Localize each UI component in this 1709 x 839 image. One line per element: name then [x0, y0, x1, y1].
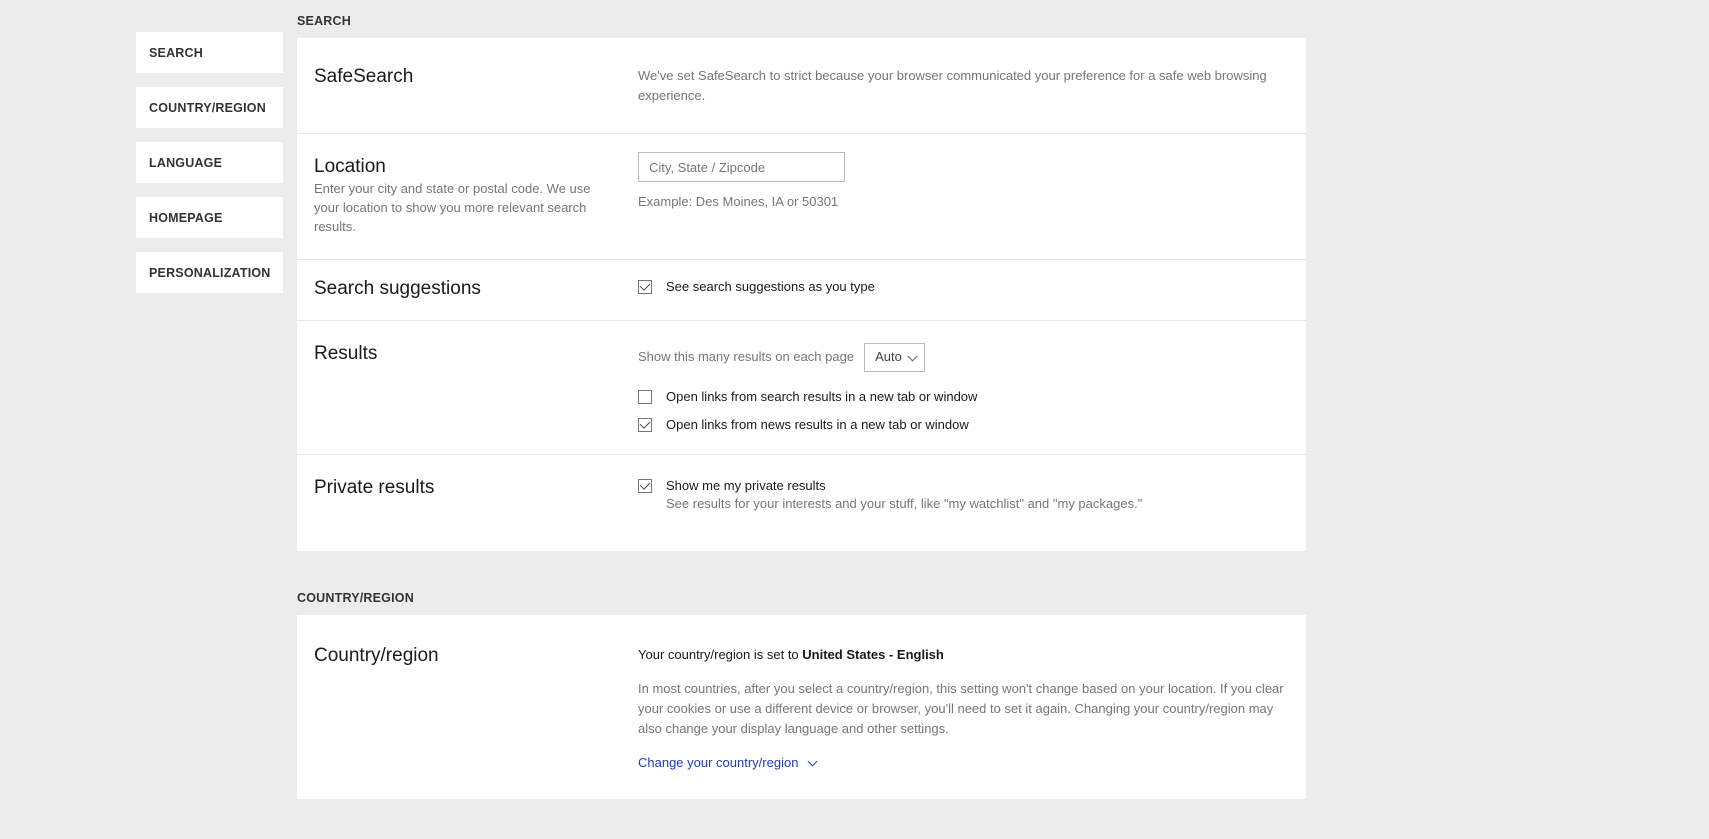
- sidebar-nav: SEARCH COUNTRY/REGION LANGUAGE HOMEPAGE …: [136, 14, 283, 839]
- search-panel: SafeSearch We've set SafeSearch to stric…: [297, 38, 1306, 551]
- private-row: Private results Show me my private resul…: [297, 455, 1306, 551]
- suggestions-checkbox[interactable]: [638, 280, 652, 294]
- suggestions-row: Search suggestions See search suggestion…: [297, 260, 1306, 321]
- section-heading-country: COUNTRY/REGION: [297, 591, 1306, 615]
- private-check-sub: See results for your interests and your …: [666, 495, 1142, 513]
- results-open-search-line: Open links from search results in a new …: [638, 388, 1289, 406]
- private-check-line: Show me my private results See results f…: [638, 477, 1289, 513]
- suggestions-title: Search suggestions: [314, 278, 638, 302]
- open-search-label: Open links from search results in a new …: [666, 388, 977, 406]
- change-country-link-text: Change your country/region: [638, 753, 798, 773]
- sidebar-item-search[interactable]: SEARCH: [136, 32, 283, 73]
- country-row: Country/region Your country/region is se…: [297, 615, 1306, 798]
- country-set-prefix: Your country/region is set to: [638, 647, 802, 662]
- results-title: Results: [314, 343, 638, 367]
- results-perpage-select[interactable]: Auto: [864, 343, 925, 372]
- country-desc: In most countries, after you select a co…: [638, 679, 1289, 739]
- chevron-down-icon: [909, 353, 917, 361]
- country-set-value: United States - English: [802, 647, 944, 662]
- page-wrap: SEARCH COUNTRY/REGION LANGUAGE HOMEPAGE …: [0, 0, 1709, 839]
- results-open-news-line: Open links from news results in a new ta…: [638, 416, 1289, 434]
- sidebar-item-language[interactable]: LANGUAGE: [136, 142, 283, 183]
- location-input[interactable]: [638, 152, 845, 182]
- country-set-line: Your country/region is set to United Sta…: [638, 645, 1289, 665]
- safesearch-row: SafeSearch We've set SafeSearch to stric…: [297, 38, 1306, 134]
- safesearch-body: We've set SafeSearch to strict because y…: [638, 66, 1289, 105]
- country-panel: Country/region Your country/region is se…: [297, 615, 1306, 798]
- results-perpage-value: Auto: [875, 347, 902, 367]
- private-title: Private results: [314, 477, 638, 501]
- open-news-checkbox[interactable]: [638, 418, 652, 432]
- results-perpage-line: Show this many results on each page Auto: [638, 343, 1289, 372]
- suggestions-check-line: See search suggestions as you type: [638, 278, 1289, 296]
- section-heading-search: SEARCH: [297, 14, 1306, 38]
- results-perpage-label: Show this many results on each page: [638, 347, 854, 367]
- chevron-down-icon: [808, 758, 818, 768]
- sidebar-item-personalization[interactable]: PERSONALIZATION: [136, 252, 283, 293]
- open-search-checkbox[interactable]: [638, 390, 652, 404]
- open-news-label: Open links from news results in a new ta…: [666, 416, 969, 434]
- safesearch-title: SafeSearch: [314, 66, 638, 90]
- change-country-link[interactable]: Change your country/region: [638, 753, 818, 773]
- results-row: Results Show this many results on each p…: [297, 321, 1306, 455]
- sidebar-item-country[interactable]: COUNTRY/REGION: [136, 87, 283, 128]
- location-row: Location Enter your city and state or po…: [297, 134, 1306, 260]
- main-content: SEARCH SafeSearch We've set SafeSearch t…: [297, 14, 1306, 839]
- private-check-label: Show me my private results: [666, 477, 1142, 495]
- suggestions-check-label: See search suggestions as you type: [666, 278, 875, 296]
- location-desc: Enter your city and state or postal code…: [314, 180, 638, 237]
- location-example: Example: Des Moines, IA or 50301: [638, 192, 1289, 212]
- sidebar-item-homepage[interactable]: HOMEPAGE: [136, 197, 283, 238]
- country-title: Country/region: [314, 645, 638, 669]
- location-title: Location: [314, 156, 638, 180]
- private-checkbox[interactable]: [638, 479, 652, 493]
